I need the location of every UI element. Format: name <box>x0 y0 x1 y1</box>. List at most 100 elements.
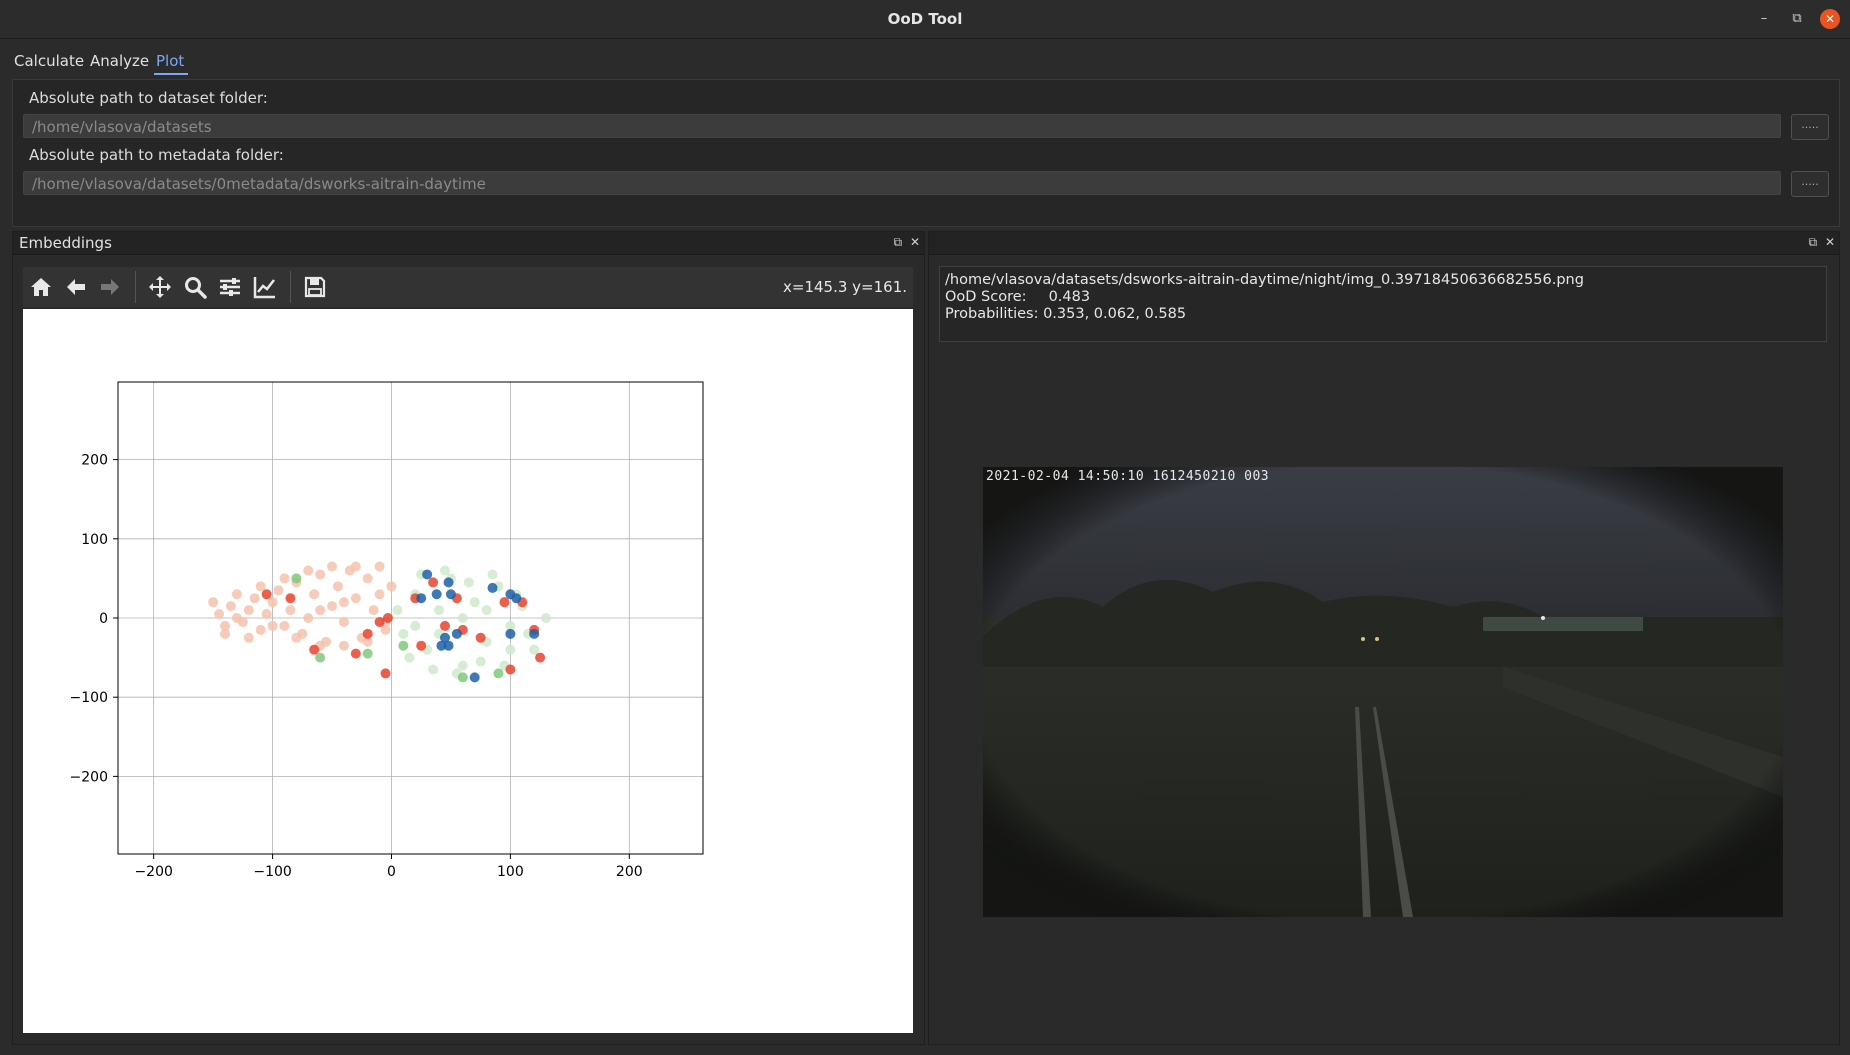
embeddings-dock-title: Embeddings <box>19 234 112 252</box>
data-point <box>374 561 385 572</box>
data-point <box>529 644 540 655</box>
data-point <box>404 652 415 663</box>
data-point <box>535 652 546 663</box>
data-point <box>487 582 498 593</box>
probabilities-value: 0.353, 0.062, 0.585 <box>1043 306 1187 322</box>
data-point <box>434 605 445 616</box>
selected-image: 2021-02-04 14:50:10 1612450210 003 <box>983 467 1783 917</box>
probabilities-row: Probabilities: 0.353, 0.062, 0.585 <box>945 306 1821 323</box>
zoom-icon[interactable] <box>183 275 207 299</box>
data-point <box>261 589 272 600</box>
scatter-plot[interactable]: −200 −100 0 100 200 −200 −100 0 100 200 <box>23 309 913 1033</box>
data-point <box>267 597 278 608</box>
home-icon[interactable] <box>29 275 53 299</box>
data-point <box>338 640 349 651</box>
data-point <box>374 589 385 600</box>
cursor-coordinates: x=145.3 y=161. <box>783 278 907 296</box>
data-point <box>315 652 326 663</box>
x-tick-label: 0 <box>387 864 396 880</box>
dataset-path-label: Absolute path to dataset folder: <box>29 89 268 107</box>
data-point <box>273 585 284 596</box>
data-point <box>285 605 296 616</box>
data-point <box>505 644 516 655</box>
data-point <box>220 628 231 639</box>
x-tick-label: 100 <box>497 864 524 880</box>
data-point <box>443 577 454 588</box>
embeddings-dock: Embeddings ⧉ ✕ x=145.3 y=161. −200 −100 … <box>12 231 925 1045</box>
data-point <box>475 632 486 643</box>
y-tick-label: −100 <box>70 690 108 706</box>
data-point <box>291 632 302 643</box>
data-point <box>505 628 516 639</box>
data-point <box>315 569 326 580</box>
data-point <box>487 569 498 580</box>
data-point <box>469 672 480 683</box>
configure-subplots-icon[interactable] <box>218 275 242 299</box>
paths-panel: Absolute path to dataset folder: /home/v… <box>12 79 1840 227</box>
data-point <box>362 648 373 659</box>
close-dock-icon[interactable]: ✕ <box>910 235 920 249</box>
metadata-browse-button[interactable]: ..... <box>1791 171 1829 197</box>
close-dock-icon[interactable]: ✕ <box>1825 235 1835 249</box>
plot-canvas[interactable]: −200 −100 0 100 200 −200 −100 0 100 200 <box>23 309 913 1033</box>
dataset-browse-button[interactable]: ..... <box>1791 114 1829 140</box>
data-point <box>362 573 373 584</box>
x-tick-label: −100 <box>253 864 291 880</box>
maximize-icon[interactable]: ⧉ <box>1787 9 1807 29</box>
data-point <box>243 632 254 643</box>
data-point <box>431 589 442 600</box>
data-point <box>231 589 242 600</box>
data-point <box>541 613 552 623</box>
data-point <box>398 628 409 639</box>
forward-icon[interactable] <box>98 275 122 299</box>
data-point <box>428 577 439 588</box>
float-dock-icon[interactable]: ⧉ <box>894 235 903 249</box>
metadata-path-input[interactable]: /home/vlasova/datasets/0metadata/dsworks… <box>23 171 1781 195</box>
image-details-dock: ⧉ ✕ /home/vlasova/datasets/dsworks-aitra… <box>928 231 1840 1045</box>
back-icon[interactable] <box>64 275 88 299</box>
minimize-icon[interactable]: – <box>1754 9 1774 29</box>
data-point <box>309 644 320 655</box>
pan-icon[interactable] <box>148 275 172 299</box>
data-point <box>255 624 266 635</box>
data-point <box>350 648 361 659</box>
image-path: /home/vlasova/datasets/dsworks-aitrain-d… <box>945 272 1584 288</box>
image-details-dock-title-bar: ⧉ ✕ <box>929 232 1839 255</box>
data-point <box>214 609 225 620</box>
data-point <box>457 660 468 671</box>
y-tick-label: 100 <box>81 532 108 548</box>
ood-score-row: OoD Score: 0.483 <box>945 289 1821 306</box>
save-icon[interactable] <box>303 275 327 299</box>
data-point <box>416 593 427 604</box>
y-tick-label: 0 <box>99 611 108 627</box>
embeddings-dock-title-bar: Embeddings ⧉ ✕ <box>13 232 924 255</box>
data-point <box>267 620 278 631</box>
data-point <box>350 593 361 604</box>
float-dock-icon[interactable]: ⧉ <box>1809 235 1818 249</box>
close-icon[interactable]: ✕ <box>1820 9 1840 29</box>
data-point <box>243 605 254 616</box>
toolbar-separator <box>135 271 136 303</box>
data-point <box>475 656 486 667</box>
data-point <box>428 664 439 675</box>
title-bar: OoD Tool – ⧉ ✕ <box>0 0 1850 39</box>
tab-calculate[interactable]: Calculate <box>14 52 84 70</box>
data-point <box>422 569 433 580</box>
data-point <box>303 565 314 576</box>
dataset-path-input[interactable]: /home/vlasova/datasets <box>23 114 1781 138</box>
data-point <box>261 609 272 620</box>
data-point <box>362 628 373 639</box>
data-point <box>398 640 409 651</box>
data-point <box>439 620 450 631</box>
data-point <box>231 613 242 623</box>
data-point <box>382 613 393 623</box>
data-point <box>451 628 462 639</box>
tab-plot[interactable]: Plot <box>156 52 184 70</box>
data-point <box>327 601 338 612</box>
data-point <box>392 605 403 616</box>
data-point <box>309 589 320 600</box>
edit-axis-icon[interactable] <box>253 275 277 299</box>
tab-analyze[interactable]: Analyze <box>90 52 149 70</box>
data-point <box>493 668 504 679</box>
x-tick-label: 200 <box>616 864 643 880</box>
